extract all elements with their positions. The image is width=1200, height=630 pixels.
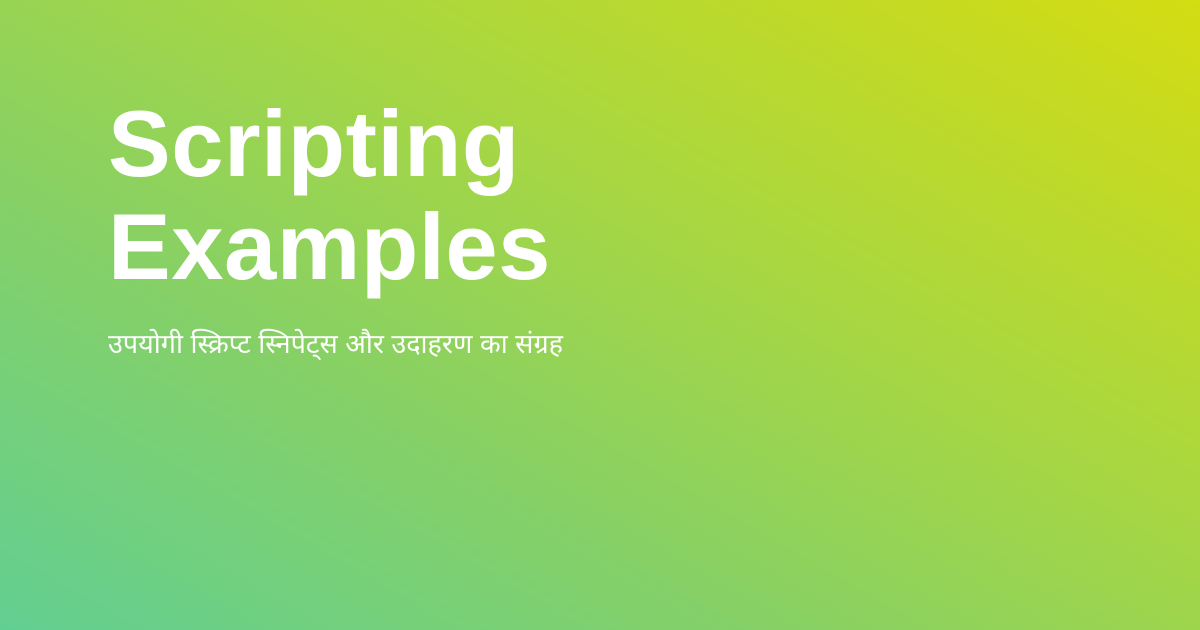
og-card: { "title_line_1": "Scripting", "title_li… xyxy=(0,0,1200,630)
card-content: Scripting Examples उपयोगी स्क्रिप्ट स्नि… xyxy=(108,92,868,370)
title-line-2: Examples xyxy=(108,194,551,299)
title-line-1: Scripting xyxy=(108,91,520,196)
subtitle: उपयोगी स्क्रिप्ट स्निपेट्स और उदाहरण का … xyxy=(108,329,564,359)
page-title: Scripting Examples xyxy=(108,92,868,298)
